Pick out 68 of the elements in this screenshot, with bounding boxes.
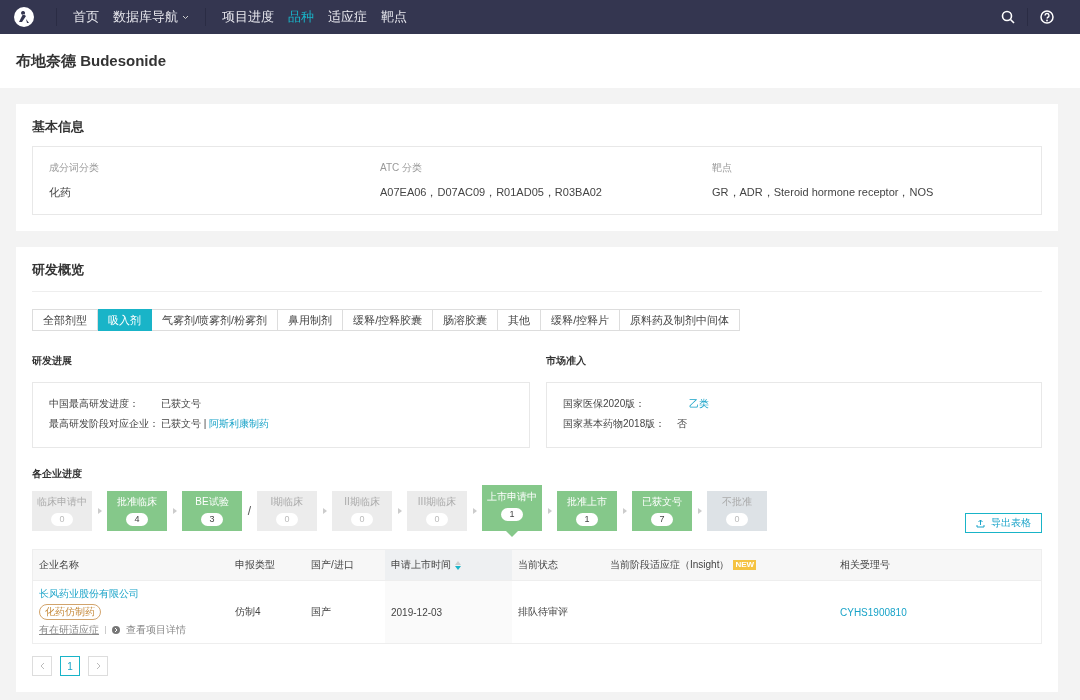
arrow-right-icon xyxy=(97,508,102,514)
field-value: 已获文号 | xyxy=(161,417,207,431)
tab[interactable]: 气雾剂/喷雾剂/粉雾剂 xyxy=(152,309,279,331)
help-icon[interactable] xyxy=(1040,10,1054,24)
column-header: 当前状态 xyxy=(518,558,558,572)
stage-step[interactable]: 批准临床 4 xyxy=(107,491,167,531)
nav-item[interactable]: 靶点 xyxy=(375,8,413,26)
field-value: 否 xyxy=(677,417,687,431)
field-value: 化药 xyxy=(49,185,72,200)
table-cell: 仿制4 xyxy=(235,606,261,617)
arrow-right-icon xyxy=(172,508,177,514)
pointer-icon xyxy=(506,531,518,537)
section-title: 研发概览 xyxy=(32,261,84,279)
upload-icon xyxy=(976,518,985,528)
new-badge: NEW xyxy=(733,560,757,570)
table-cell: 国产 xyxy=(311,606,331,617)
details-link[interactable]: 查看项目详情 xyxy=(126,623,186,637)
nav-item[interactable]: 适应症 xyxy=(322,8,373,26)
arrow-right-icon xyxy=(547,508,552,514)
tab[interactable]: 其他 xyxy=(498,309,542,331)
field-value: 已获文号 xyxy=(161,397,201,411)
section-title: 基本信息 xyxy=(32,118,84,136)
stage-step[interactable]: BE试验 3 xyxy=(182,491,242,531)
tab[interactable]: 肠溶胶囊 xyxy=(433,309,499,331)
field-label: 靶点 xyxy=(712,161,733,175)
nav-item[interactable]: 首页 xyxy=(67,8,105,26)
table-cell: 排队待审评 xyxy=(518,606,568,617)
arrow-right-icon xyxy=(697,508,702,514)
stage-step[interactable]: 已获文号 7 xyxy=(632,491,692,531)
arrow-right-icon xyxy=(397,508,402,514)
tab[interactable]: 原料药及制剂中间体 xyxy=(620,309,741,331)
tab[interactable]: 鼻用制剂 xyxy=(278,309,344,331)
stage-step[interactable]: 批准上市 1 xyxy=(557,491,617,531)
field-value: GR，ADR，Steroid hormone receptor，NOS xyxy=(712,185,935,200)
field-value: A07EA06，D07AC09，R01AD05，R03BA02 xyxy=(380,185,603,200)
arrow-right-icon xyxy=(622,508,627,514)
column-header: 申请上市时间 xyxy=(391,558,451,572)
logo-icon[interactable] xyxy=(14,7,34,27)
subsection-title: 市场准入 xyxy=(546,354,586,368)
table-cell: 2019-12-03 xyxy=(391,606,443,618)
field-label: 国家基本药物2018版： xyxy=(563,417,667,431)
arrow-circle-icon xyxy=(112,626,120,634)
field-label: 成分词分类 xyxy=(49,161,100,175)
nav-item[interactable]: 项目进度 xyxy=(216,8,280,26)
field-label: 最高研发阶段对应企业： xyxy=(49,417,160,431)
page-title: 布地奈德 Budesonide xyxy=(16,51,166,71)
tab[interactable]: 缓释/控释胶囊 xyxy=(343,309,434,331)
arrow-right-icon xyxy=(472,508,477,514)
chevron-left-icon xyxy=(39,662,45,670)
column-header: 相关受理号 xyxy=(840,558,890,572)
column-header: 企业名称 xyxy=(39,558,79,572)
field-label: ATC 分类 xyxy=(380,161,424,175)
column-header: 申报类型 xyxy=(235,558,275,572)
field-label: 中国最高研发进度： xyxy=(49,397,140,411)
column-header: 当前阶段适应症（Insight） xyxy=(610,558,730,572)
separator-mark: / xyxy=(246,503,253,520)
subsection-title: 各企业进度 xyxy=(32,467,82,481)
search-icon[interactable] xyxy=(1001,10,1015,24)
subsection-title: 研发进展 xyxy=(32,354,72,368)
field-label: 国家医保2020版： xyxy=(563,397,647,411)
tab[interactable]: 缓释/控释片 xyxy=(541,309,621,331)
column-header: 国产/进口 xyxy=(311,558,354,572)
tab[interactable]: 全部剂型 xyxy=(32,309,98,331)
chevron-right-icon xyxy=(95,662,101,670)
arrow-right-icon xyxy=(322,508,327,514)
indication-link[interactable]: 有在研适应症 xyxy=(39,623,99,637)
nav-item[interactable]: 品种 xyxy=(282,8,320,26)
nav-item[interactable]: 数据库导航 xyxy=(107,8,195,26)
